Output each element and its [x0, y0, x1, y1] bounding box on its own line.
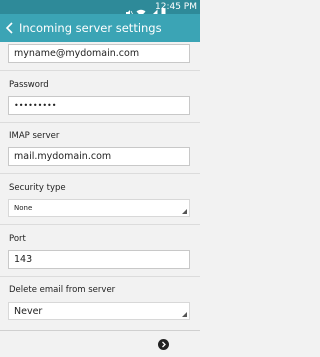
- security-type-select[interactable]: None: [8, 199, 190, 217]
- status-time: 12:45 PM: [155, 2, 197, 12]
- back-button[interactable]: [4, 20, 18, 36]
- port-field[interactable]: 143: [8, 250, 190, 269]
- status-bar: 12:45 PM: [0, 0, 200, 17]
- divider: [0, 276, 200, 277]
- next-button[interactable]: [158, 339, 169, 350]
- username-field[interactable]: myname@mydomain.com: [8, 44, 190, 63]
- imap-server-label: IMAP server: [9, 131, 60, 141]
- imap-server-field[interactable]: mail.mydomain.com: [8, 147, 190, 166]
- chevron-left-icon: [4, 21, 18, 40]
- divider: [0, 122, 200, 123]
- delete-email-select[interactable]: Never: [8, 302, 190, 320]
- port-label: Port: [9, 234, 26, 244]
- security-type-label: Security type: [9, 183, 66, 193]
- bottom-bar: [0, 330, 200, 357]
- delete-email-label: Delete email from server: [9, 285, 116, 295]
- delete-email-value: Never: [14, 306, 43, 317]
- page-title: Incoming server settings: [19, 21, 162, 35]
- dropdown-corner-icon: [182, 209, 187, 214]
- security-type-value: None: [14, 204, 33, 212]
- dropdown-corner-icon: [182, 312, 187, 317]
- password-field[interactable]: •••••••••: [8, 96, 190, 115]
- divider: [0, 70, 200, 71]
- app-bar: Incoming server settings: [0, 14, 200, 42]
- password-label: Password: [9, 80, 49, 90]
- divider: [0, 173, 200, 174]
- divider: [0, 224, 200, 225]
